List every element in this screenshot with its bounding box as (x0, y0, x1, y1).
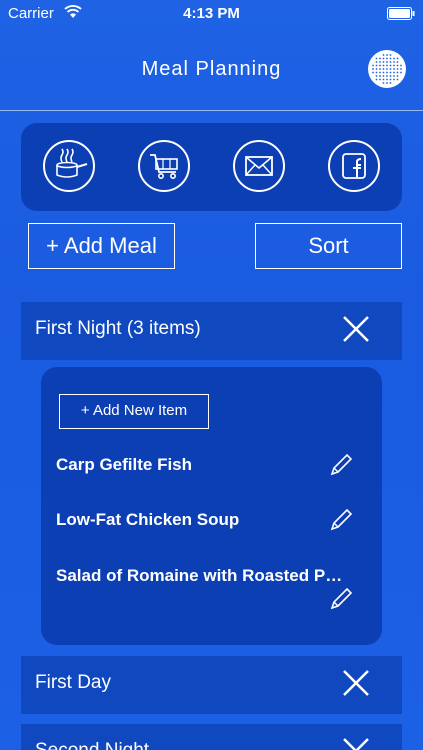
facebook-button[interactable] (328, 140, 380, 192)
meal-header-first-night[interactable]: First Night (3 items) (21, 302, 402, 360)
facebook-icon (342, 153, 366, 179)
meal-items-panel: + Add New Item Carp Gefilte Fish Low-Fat… (41, 367, 382, 645)
mail-icon (245, 156, 273, 176)
nav-bar: Meal Planning (0, 30, 423, 111)
add-new-item-button[interactable]: + Add New Item (59, 394, 209, 429)
page-title: Meal Planning (141, 58, 282, 80)
pencil-icon[interactable] (328, 586, 354, 612)
cook-button[interactable] (43, 140, 95, 192)
meal-header-label: Second Night (35, 740, 149, 750)
meal-header-label: First Night (3 items) (35, 318, 201, 339)
meal-header-first-day[interactable]: First Day (21, 656, 402, 714)
close-icon[interactable] (341, 314, 371, 344)
status-bar: Carrier 4:13 PM (0, 0, 423, 30)
shopping-cart-icon (150, 154, 178, 179)
status-time: 4:13 PM (183, 5, 240, 22)
dotted-grid-icon[interactable] (367, 49, 407, 89)
pencil-icon[interactable] (328, 452, 354, 478)
sort-button[interactable]: Sort (255, 223, 402, 269)
add-meal-button[interactable]: + Add Meal (28, 223, 175, 269)
list-item[interactable]: Salad of Romaine with Roasted P… (56, 566, 372, 586)
email-button[interactable] (233, 140, 285, 192)
shopping-list-button[interactable] (138, 140, 190, 192)
cooking-pot-icon (56, 148, 88, 178)
close-icon[interactable] (341, 736, 371, 750)
close-icon[interactable] (341, 668, 371, 698)
meal-header-label: First Day (35, 672, 111, 693)
share-panel (21, 123, 402, 211)
meal-header-second-night[interactable]: Second Night (21, 724, 402, 750)
battery-icon (387, 7, 415, 20)
pencil-icon[interactable] (328, 507, 354, 533)
